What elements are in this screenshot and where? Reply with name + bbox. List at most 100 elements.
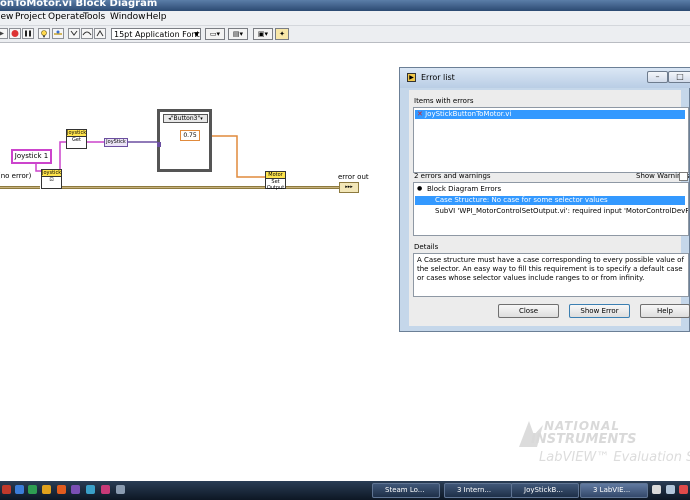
distribute-objects-dropdown[interactable]: ▤▾ [228, 28, 248, 40]
motor-body: Set Output [266, 179, 285, 191]
quicklaunch-icon[interactable] [42, 485, 51, 494]
close-button-label: Close [518, 307, 539, 315]
items-with-errors-header: Items with errors [414, 97, 474, 105]
watermark-line2: INSTRUMENTS [531, 432, 637, 447]
joystick-open-icon: ⊡ [49, 177, 54, 183]
menu-operate[interactable]: Operate [48, 12, 85, 22]
quicklaunch-icon[interactable] [71, 485, 80, 494]
details-header: Details [414, 243, 439, 251]
taskbar-item-label: JoyStickB... [524, 486, 564, 494]
case-selector-terminal [157, 142, 161, 147]
watermark-line3: LabVIEW™ Evaluation Soft [539, 450, 690, 465]
maximize-button[interactable]: □ [668, 71, 690, 83]
align-objects-dropdown[interactable]: ▭▾ [205, 28, 225, 40]
errors-tree[interactable]: ● Block Diagram Errors Case Structure: N… [413, 182, 689, 236]
case-selector-value: "Button3" [170, 115, 201, 122]
joystick-get-vi[interactable]: Joystick Get [66, 129, 87, 149]
taskbar-item-joystick[interactable]: JoyStickB... [511, 483, 579, 498]
tray-icon[interactable] [666, 485, 675, 494]
labview-app-icon: ▶ [407, 73, 416, 82]
error-list-panel: Items with errors ✕ JoyStickButtonToMoto… [409, 90, 690, 326]
watermark-line1: NATIONAL [544, 419, 621, 433]
toolbar: 15pt Application Font ▼ ▭▾ ▤▾ ▣▾ ✦ [0, 26, 690, 43]
no-error-label: (no error) [0, 172, 32, 180]
tray-icon[interactable] [679, 485, 688, 494]
joystick-open-title: Joystick [42, 170, 61, 177]
case-structure[interactable]: ◂"Button3"▾ 0.75 [157, 109, 212, 172]
items-with-errors-list[interactable]: ✕ JoyStickButtonToMotor.vi [413, 107, 689, 173]
error-x-icon: ✕ [417, 110, 423, 118]
quicklaunch-icon[interactable] [86, 485, 95, 494]
numeric-constant-value: 0.75 [183, 132, 197, 139]
details-text: A Case structure must have a case corres… [417, 256, 684, 282]
unbundle-label: JoyStick [106, 139, 126, 145]
error-row-subvi[interactable]: SubVI 'WPI_MotorControlSetOutput.vi': re… [435, 207, 688, 215]
menu-project[interactable]: Project [15, 12, 46, 22]
chevron-down-icon: ▼ [194, 31, 199, 38]
menu-bar: iew Project Operate Tools Window Help [0, 11, 690, 26]
menu-view[interactable]: iew [0, 12, 13, 22]
error-out-label: error out [338, 173, 369, 181]
group-label[interactable]: Block Diagram Errors [427, 185, 501, 193]
window-title-bar[interactable]: onToMotor.vi Block Diagram [0, 0, 690, 11]
joystick-get-title: Joystick [67, 130, 86, 137]
taskbar-item-label: Steam Lo... [385, 486, 425, 494]
bullet-icon: ● [417, 185, 423, 192]
resize-objects-dropdown[interactable]: ▣▾ [253, 28, 273, 40]
error-list-title-bar[interactable]: ▶ Error list – □ [400, 68, 690, 88]
case-selector-label[interactable]: ◂"Button3"▾ [163, 114, 208, 123]
quicklaunch-icon[interactable] [15, 485, 24, 494]
show-warnings-checkbox[interactable] [679, 172, 688, 181]
taskbar-item-steam[interactable]: Steam Lo... [372, 483, 440, 498]
errors-count-label: 2 errors and warnings [414, 172, 491, 180]
error-case-structure-text: Case Structure: No case for some selecto… [435, 196, 608, 204]
chevron-down-icon[interactable]: ▾ [200, 116, 203, 122]
retain-wire-values-icon[interactable] [52, 28, 64, 39]
taskbar-item-label: 3 LabVIE... [593, 486, 631, 494]
menu-window[interactable]: Window [110, 12, 146, 22]
menu-help[interactable]: Help [146, 12, 167, 22]
unbundle-by-name[interactable]: JoyStick [104, 138, 128, 147]
highlight-execution-icon[interactable] [38, 28, 50, 39]
step-over-icon[interactable] [81, 28, 93, 39]
cleanup-diagram-icon[interactable]: ✦ [275, 28, 289, 40]
error-item-name: JoyStickButtonToMotor.vi [425, 110, 512, 118]
step-into-icon[interactable] [68, 28, 80, 39]
quicklaunch-icon[interactable] [116, 485, 125, 494]
window-title: onToMotor.vi Block Diagram [0, 0, 158, 9]
numeric-constant[interactable]: 0.75 [180, 130, 200, 141]
help-button[interactable]: Help [640, 304, 690, 318]
joystick-get-body: Get [72, 137, 81, 143]
block-diagram-canvas[interactable]: Joystick 1 (no error) Joystick ⊡ Joystic… [0, 43, 398, 481]
pause-icon[interactable] [22, 28, 34, 39]
error-row-case-structure[interactable]: Case Structure: No case for some selecto… [415, 196, 685, 205]
step-out-icon[interactable] [94, 28, 106, 39]
show-error-button-label: Show Error [580, 307, 619, 315]
taskbar-item-labview[interactable]: 3 LabVIE... [580, 483, 648, 498]
show-error-button[interactable]: Show Error [569, 304, 630, 318]
motor-set-output-vi[interactable]: Motor Set Output [265, 171, 286, 191]
quicklaunch-icon[interactable] [2, 485, 11, 494]
taskbar-item-internet[interactable]: 3 Intern... [444, 483, 512, 498]
ni-labview-watermark: NATIONAL INSTRUMENTS LabVIEW™ Evaluation… [515, 415, 690, 477]
quicklaunch-icon[interactable] [57, 485, 66, 494]
taskbar-item-label: 3 Intern... [457, 486, 492, 494]
tray-icon[interactable] [652, 485, 661, 494]
error-list-window: ▶ Error list – □ Items with errors ✕ Joy… [399, 67, 690, 332]
error-out-indicator[interactable]: ▸▸▸ [339, 182, 359, 193]
help-button-label: Help [657, 307, 673, 315]
error-list-title: Error list [421, 73, 455, 82]
taskbar: Steam Lo... 3 Intern... JoyStickB... 3 L… [0, 481, 690, 500]
abort-icon[interactable] [9, 28, 21, 39]
quicklaunch-icon[interactable] [101, 485, 110, 494]
close-button[interactable]: Close [498, 304, 559, 318]
run-continuously-icon[interactable] [0, 28, 8, 39]
minimize-button[interactable]: – [647, 71, 668, 83]
font-selector[interactable]: 15pt Application Font ▼ [111, 28, 201, 40]
font-selector-value: 15pt Application Font [114, 30, 200, 39]
error-item-row[interactable]: ✕ JoyStickButtonToMotor.vi [415, 110, 685, 119]
joystick-open-vi[interactable]: Joystick ⊡ [41, 169, 62, 189]
menu-tools[interactable]: Tools [83, 12, 105, 22]
quicklaunch-icon[interactable] [28, 485, 37, 494]
details-text-box: A Case structure must have a case corres… [413, 253, 689, 297]
